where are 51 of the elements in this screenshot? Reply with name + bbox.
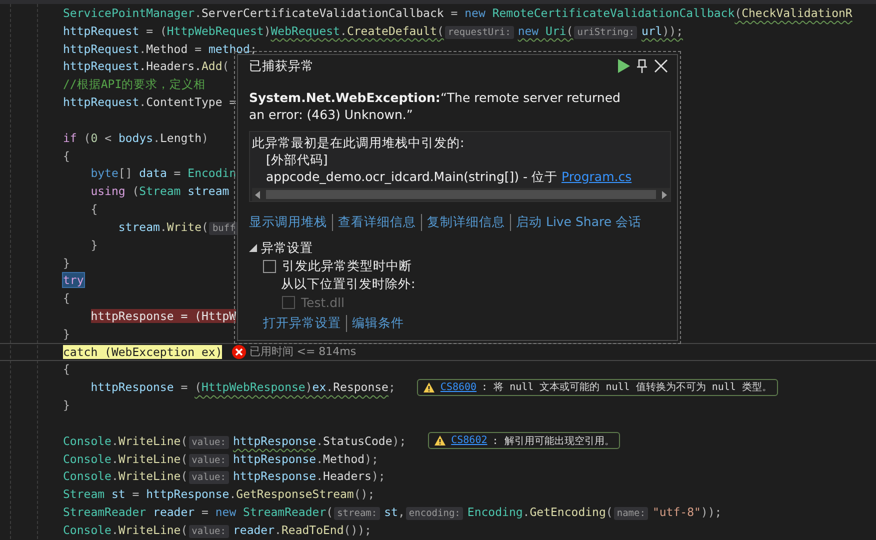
code-line: StreamReader reader = new StreamReader( stream: st, encoding: Encoding.GetEncoding( name: "utf-8")); <box>63 505 722 520</box>
scroll-left-icon[interactable] <box>255 190 260 198</box>
checkbox-label: 引发此异常类型时中断 <box>282 258 412 274</box>
code-line: } <box>63 256 70 270</box>
checkbox[interactable] <box>263 260 276 272</box>
code-line: if (0 < bodys.Length) <box>63 130 208 145</box>
code-line: } <box>63 326 70 341</box>
code-line: } <box>63 398 70 412</box>
code-line: } <box>90 238 98 252</box>
settings-link[interactable]: 打开异常设置 <box>263 315 346 332</box>
action-link[interactable]: 查看详细信息 <box>332 214 421 231</box>
warning-message: : 解引用可能出现空引用。 <box>492 434 614 448</box>
code-line: Console.WriteLine( value: httpResponse.Headers); <box>63 469 386 484</box>
settings-link[interactable]: 编辑条件 <box>346 315 409 332</box>
stack-frame: [外部代码] <box>252 151 670 168</box>
action-link[interactable]: 复制详细信息 <box>421 214 510 231</box>
action-link[interactable]: 启动 Live Share 会话 <box>510 214 647 231</box>
exception-message: System.Net.WebException:“The remote server returned an error: (463) Unknown.” <box>249 89 622 123</box>
code-line: byte[] data = Encodin <box>90 166 236 180</box>
code-line: using (Stream stream <box>90 184 230 198</box>
warning-icon <box>434 435 446 446</box>
code-line: { <box>63 291 70 306</box>
error-icon <box>232 344 246 359</box>
code-line: //根据API的要求，定义相 <box>63 76 206 92</box>
code-line: Stream st = httpResponse.GetResponseStream(); <box>63 487 375 502</box>
code-line: Console.WriteLine( value: reader.ReadToEnd()); <box>63 522 372 537</box>
code-line: { <box>63 362 70 376</box>
code-line: httpResponse = (HttpWebResponse)ex.Response; <box>90 380 396 394</box>
error-code-link[interactable]: CS8600 <box>440 382 477 393</box>
elapsed-time: 已用时间 <= 814ms <box>249 344 356 360</box>
code-line: httpRequest = (HttpWebRequest)WebRequest.CreateDefault( requestUri: new Uri( uriString: url)); <box>63 24 683 38</box>
horizontal-scrollbar[interactable] <box>252 188 670 201</box>
settings-heading: 异常设置 <box>261 240 313 256</box>
scroll-right-icon[interactable] <box>662 190 667 198</box>
popup-title: 已捕获异常 <box>249 58 315 74</box>
warning-icon <box>423 382 436 393</box>
checkbox-label: Test.dll <box>301 294 344 310</box>
code-line: { <box>63 148 70 163</box>
error-code-link[interactable]: CS8602 <box>451 435 488 446</box>
action-link[interactable]: 显示调用堆栈 <box>249 214 332 231</box>
code-line: ServicePointManager.ServerCertificateValidationCallback = new RemoteCertificateValidationCallback(CheckValidationR <box>63 6 852 20</box>
source-file-link[interactable]: Program.cs <box>562 168 632 185</box>
code-line: Console.WriteLine( value: httpResponse.Method); <box>63 452 378 466</box>
stack-frame: appcode_demo.ocr_idcard.Main(string[]) - 位于 <box>266 168 558 185</box>
code-line: httpRequest.Headers.Add( <box>63 59 230 74</box>
warning-message: : 将 null 文本或可能的 null 值转换为不可为 null 类型。 <box>482 380 772 394</box>
except-label: 从以下位置引发时除外: <box>280 275 416 293</box>
code-line: Console.WriteLine( value: httpResponse.StatusCode); <box>63 434 406 448</box>
expand-triangle-icon[interactable] <box>249 244 257 252</box>
call-stack-heading: 此异常最初是在此调用堆栈中引发的: <box>252 134 466 151</box>
code-line: { <box>90 202 98 216</box>
